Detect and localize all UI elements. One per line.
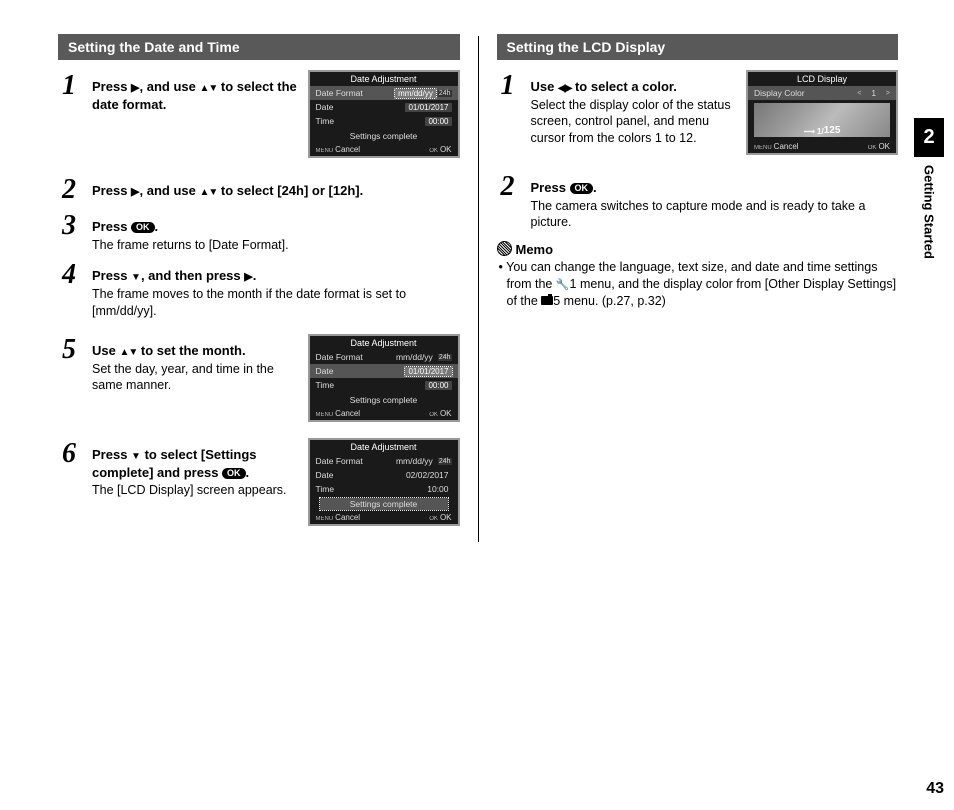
ok-button-icon: OK — [222, 468, 246, 479]
step-title: Use to set the month. — [92, 342, 298, 360]
step-title: Press OK. — [92, 218, 460, 236]
lcd-screenshot-date-adjustment-1: Date Adjustment Date Formatmm/dd/yy24h D… — [308, 70, 460, 158]
section-heading-date-time: Setting the Date and Time — [58, 34, 460, 60]
chapter-tab: 2 Getting Started — [914, 118, 944, 259]
camera-icon — [541, 296, 553, 305]
step-number: 1 — [62, 70, 92, 100]
section-heading-lcd-display: Setting the LCD Display — [497, 34, 899, 60]
wrench-icon: 🔧 — [556, 279, 570, 291]
step-description: The camera switches to capture mode and … — [531, 198, 899, 232]
step-description: Select the display color of the status s… — [531, 97, 737, 148]
step-title: Press , and use to select the date forma… — [92, 78, 298, 113]
up-down-arrow-icon — [119, 343, 137, 358]
step-title: Press , and then press . — [92, 267, 460, 285]
step-number: 1 — [501, 70, 531, 100]
step-description: Set the day, year, and time in the same … — [92, 361, 298, 395]
step-number: 3 — [62, 210, 92, 240]
down-arrow-icon — [131, 268, 141, 283]
up-down-arrow-icon — [199, 79, 217, 94]
step-number: 6 — [62, 438, 92, 468]
memo-body: • You can change the language, text size… — [497, 259, 899, 310]
ok-button-icon: OK — [570, 183, 594, 194]
step-description: The [LCD Display] screen appears. — [92, 482, 298, 499]
step-number: 5 — [62, 334, 92, 364]
right-arrow-icon — [244, 268, 252, 283]
up-down-arrow-icon — [199, 183, 217, 198]
chapter-label: Getting Started — [922, 165, 937, 259]
step-number: 2 — [501, 171, 531, 201]
step-title: Press to select [Settings complete] and … — [92, 446, 298, 481]
lcd-screenshot-date-adjustment-3: Date Adjustment Date Formatmm/dd/yy24h D… — [308, 438, 460, 526]
chapter-number: 2 — [914, 118, 944, 157]
down-arrow-icon — [131, 447, 141, 462]
step-number: 2 — [62, 174, 92, 204]
step-title: Press OK. — [531, 179, 899, 197]
right-arrow-icon — [131, 79, 139, 94]
right-arrow-icon — [131, 183, 139, 198]
step-title: Use to select a color. — [531, 78, 737, 96]
left-right-arrow-icon — [558, 79, 571, 94]
step-title: Press , and use to select [24h] or [12h]… — [92, 182, 460, 200]
step-description: The frame returns to [Date Format]. — [92, 237, 460, 254]
step-description: The frame moves to the month if the date… — [92, 286, 460, 320]
step-number: 4 — [62, 259, 92, 289]
memo-heading: Memo — [497, 241, 899, 257]
lcd-screenshot-date-adjustment-2: Date Adjustment Date Formatmm/dd/yy24h D… — [308, 334, 460, 422]
ok-button-icon: OK — [131, 222, 155, 233]
column-divider — [478, 36, 479, 542]
lcd-screenshot-display-color: LCD Display Display Color<1> ⟿1/125 MENU… — [746, 70, 898, 155]
page-number: 43 — [926, 780, 944, 798]
